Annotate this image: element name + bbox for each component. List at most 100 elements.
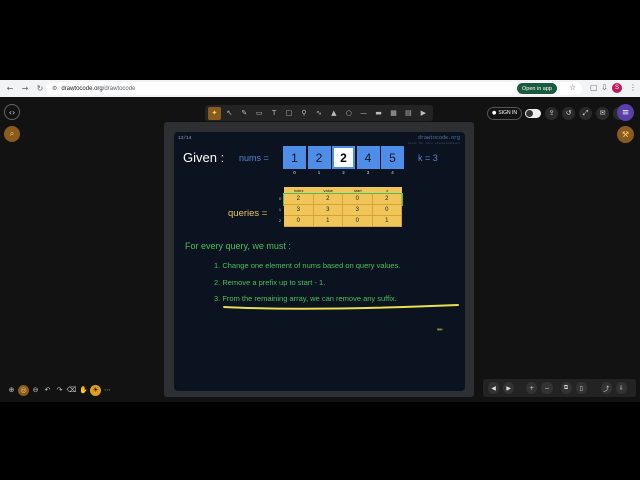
array-index: 0: [293, 170, 296, 175]
video-icon[interactable]: ▶: [417, 107, 430, 120]
header-cell: value: [313, 187, 343, 194]
zoom-in-icon[interactable]: ⊕: [6, 385, 17, 396]
table-cell: 0: [372, 205, 402, 216]
table-cell: 1: [372, 216, 402, 227]
drawing-toolbar: ✦ ↖ ✎ ▭ T □ ⚲ ∿ ▲ ○ — ▬ ▦ ▤ ▶: [205, 105, 433, 121]
back-icon[interactable]: ←: [5, 84, 15, 94]
array-cell: 2: [307, 146, 331, 169]
header-cell: start: [343, 187, 373, 194]
table-cell: 2: [372, 194, 402, 205]
sign-in-label: SIGN IN: [498, 110, 517, 116]
header-cell: index: [284, 187, 314, 194]
row-index: 2: [279, 219, 281, 223]
brand-subtitle: visit for more visualizations: [407, 142, 460, 145]
open-in-app-button[interactable]: Open in app: [517, 83, 557, 94]
row-index: 1: [279, 208, 281, 212]
text-icon[interactable]: T: [268, 107, 281, 120]
next-slide-icon[interactable]: ▶: [503, 382, 515, 394]
slide-canvas: 13/14 drawtocode.org visit for more visu…: [174, 132, 465, 391]
eraser-tool-icon[interactable]: ⌫: [66, 385, 77, 396]
rectangle-icon[interactable]: □: [283, 107, 296, 120]
hand-icon[interactable]: ✋: [78, 385, 89, 396]
array-index: 2: [342, 170, 345, 175]
redo-icon[interactable]: ↷: [54, 385, 65, 396]
share-slide-icon[interactable]: ⤴: [600, 382, 612, 394]
table-cell: 3: [343, 205, 373, 216]
canvas-viewport: ‹› ⌕ ✦ ↖ ✎ ▭ T □ ⚲ ∿ ▲ ○ — ▬ ▦ ▤ ▶ ● SIG…: [0, 97, 640, 402]
share-icon[interactable]: ⇪: [545, 106, 558, 120]
queries-table-header: index value start x: [284, 187, 402, 194]
slide-page-number: 13/14: [178, 136, 192, 141]
circle-icon[interactable]: ○: [342, 107, 355, 120]
header-cell: x: [372, 187, 402, 194]
search-icon[interactable]: ⌕: [4, 126, 20, 142]
history-icon[interactable]: ↺: [562, 106, 575, 120]
array-cell: 4: [356, 146, 380, 169]
top-right-tools: ● SIGN IN ⇪ ↺ ⤢ ✉ ⌂: [487, 105, 626, 121]
k-label: k = 3: [418, 153, 438, 163]
line-icon[interactable]: —: [357, 107, 370, 120]
shape-icon[interactable]: ▲: [327, 107, 340, 120]
array-index: 3: [366, 170, 370, 175]
array-indices: 0 1 2 3 4: [283, 170, 406, 175]
delete-slide-icon[interactable]: ▯: [575, 382, 587, 394]
array-cell: 5: [381, 146, 404, 169]
pen-icon[interactable]: ✎: [238, 107, 251, 120]
brightness-icon[interactable]: ☀: [90, 384, 101, 396]
hamburger-menu-icon[interactable]: ≡: [617, 104, 634, 121]
bottom-left-tools: ⊕ ◎ ⊖ ↶ ↷ ⌫ ✋ ☀ ⋯: [6, 383, 114, 397]
forward-icon[interactable]: →: [20, 84, 30, 94]
user-icon: ●: [492, 110, 497, 116]
nums-label: nums =: [239, 153, 269, 163]
queries-label: queries =: [228, 208, 268, 219]
pin-icon[interactable]: ⚲: [297, 107, 310, 120]
table-cell: 0: [284, 216, 314, 227]
zoom-out-icon[interactable]: ⊖: [30, 385, 41, 396]
sign-in-button[interactable]: ● SIGN IN: [487, 106, 522, 120]
array-cell: 1: [283, 146, 306, 169]
browser-toolbar: ← → ↻ ⚙ drawtocode.org/drawtocode Open i…: [0, 80, 640, 97]
theme-toggle[interactable]: [525, 108, 541, 118]
copy-slide-icon[interactable]: ⧉: [560, 382, 572, 394]
site-info-icon[interactable]: ⚙: [52, 85, 57, 92]
fullscreen-icon[interactable]: ⤢: [579, 106, 592, 120]
prev-slide-icon[interactable]: ◀: [488, 382, 500, 394]
table-cell: 3: [284, 205, 314, 216]
code-toggle-icon[interactable]: ‹›: [4, 104, 20, 120]
downloads-icon[interactable]: ⇩: [601, 83, 608, 92]
url-host: drawtocode.org: [61, 85, 103, 92]
grid-icon[interactable]: ▦: [387, 107, 400, 120]
rules-heading: For every query, we must :: [185, 241, 291, 251]
array-index: 1: [317, 170, 321, 175]
nums-array: 1 2 2 4 5: [283, 146, 406, 169]
table-cell: 2: [313, 194, 343, 205]
tools-icon[interactable]: ⚒: [617, 126, 634, 143]
rule-2: 2. Remove a prefix up to start - 1.: [214, 278, 326, 287]
eraser-icon[interactable]: ▬: [372, 107, 385, 120]
download-slide-icon[interactable]: ⇩: [615, 382, 627, 394]
highlight-underline: [223, 304, 459, 310]
table-cell: 3: [313, 205, 343, 216]
curve-icon[interactable]: ∿: [312, 107, 325, 120]
undo-icon[interactable]: ↶: [42, 385, 53, 396]
table-row: 1 3 3 3 0: [279, 205, 402, 216]
more-options-icon[interactable]: ⋯: [102, 385, 113, 396]
slide-brand: drawtocode.org visit for more visualizat…: [408, 135, 460, 147]
star-icon[interactable]: ☆: [569, 83, 576, 92]
slides-icon[interactable]: ▤: [402, 107, 415, 120]
extensions-icon[interactable]: ▢: [590, 83, 598, 92]
remove-slide-icon[interactable]: −: [541, 382, 553, 394]
select-icon[interactable]: ↖: [223, 107, 236, 120]
laser-pointer-icon[interactable]: ✦: [207, 106, 221, 120]
zoom-reset-icon[interactable]: ◎: [18, 384, 29, 396]
add-slide-icon[interactable]: +: [526, 382, 538, 394]
reload-icon[interactable]: ↻: [35, 84, 45, 94]
array-index: 4: [391, 170, 394, 175]
profile-avatar[interactable]: S: [612, 83, 622, 93]
address-bar[interactable]: ⚙ drawtocode.org/drawtocode: [46, 82, 582, 95]
more-icon[interactable]: ⋮: [629, 83, 637, 92]
array-cell-selected: 2: [332, 146, 355, 169]
queries-table: index value start x 0 2 2 0 2 1 3 3 3 0 …: [279, 187, 403, 227]
highlighter-icon[interactable]: ▭: [253, 107, 266, 120]
chat-icon[interactable]: ✉: [596, 106, 609, 120]
